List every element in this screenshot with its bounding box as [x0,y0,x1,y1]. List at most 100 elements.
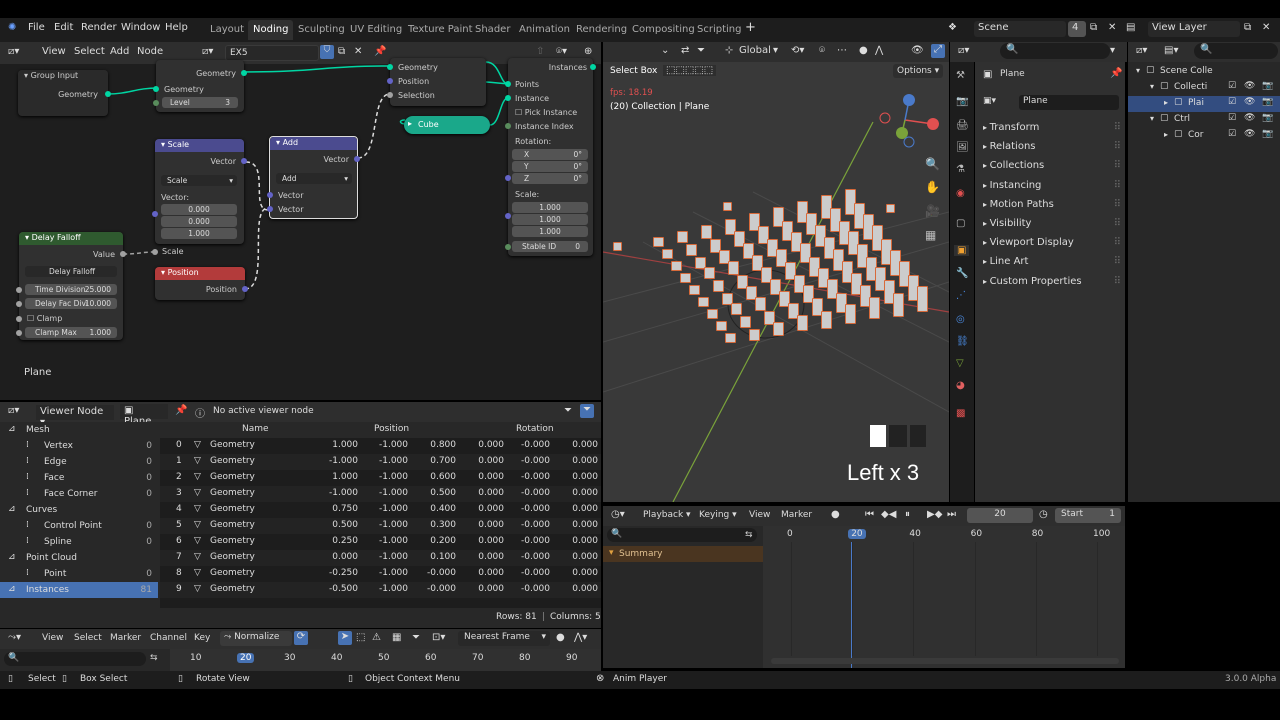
drag-handle-icon[interactable]: ⠿ [1114,160,1121,171]
col-name[interactable]: Name [242,424,269,434]
data-icon[interactable]: ▽ [956,358,964,369]
socket-instance-in[interactable] [505,95,511,101]
falloff-icon[interactable]: ⋀▾ [574,632,587,643]
socket-geometry[interactable] [387,64,393,70]
checkbox-icon[interactable]: ☑ [1228,129,1236,139]
domain-item[interactable]: ⊿ Curves [0,502,158,518]
prop-section-3[interactable]: ▸ Instancing ⠿ [983,180,1123,191]
socket-stable-id[interactable] [505,244,511,250]
checkbox-icon[interactable]: ☑ [1228,97,1236,107]
timeline-area[interactable]: 0 20 40 60 80 100 [763,526,1125,668]
socket-value-out[interactable] [120,251,126,257]
prop-section-0[interactable]: ▸ Transform ⠿ [983,122,1123,133]
swap-icon[interactable]: ⇆ [745,530,753,540]
socket-rotation-in[interactable] [505,175,511,181]
pin-icon[interactable]: 📌 [175,405,187,416]
col-rotation[interactable]: Rotation [516,424,554,434]
delay-fac-field[interactable]: Delay Fac Divi 10.000 [25,298,117,309]
object-type-dropdown[interactable]: ▣▾ [983,96,996,106]
node-distribute[interactable]: Geometry Position Selection [387,58,486,106]
create-ghost-icon[interactable]: ▦ [392,632,401,643]
editor-type-icon[interactable]: ⧄▾ [8,405,19,416]
socket-instances-out[interactable] [590,64,596,70]
start-frame-field[interactable]: Start 1 [1055,508,1121,523]
editor-type-icon[interactable]: ◷▾ [611,509,625,520]
socket-position-out[interactable] [242,286,248,292]
drag-handle-icon[interactable]: ⠿ [1114,237,1121,248]
menu-view[interactable]: View [749,510,770,520]
grid-view-icon[interactable]: ▦ [925,228,936,242]
socket-delay-fac[interactable] [16,301,22,307]
socket-clamp[interactable] [16,316,22,322]
domain-item[interactable]: ⁞ Edge 0 [0,454,158,470]
view-layer-name[interactable]: View Layer [1148,21,1240,37]
jump-end-icon[interactable]: ⏭ [947,509,956,520]
domain-item[interactable]: ⊿ Instances 81 [0,582,158,598]
scene-user-count[interactable]: 4 [1068,21,1086,37]
zoom-icon[interactable]: 🔍 [925,157,940,171]
menu-file[interactable]: File [28,22,45,33]
outliner-item[interactable]: ▸ ▢ Cor ☑ 👁 📷 [1128,128,1280,144]
node-delay-falloff[interactable]: ▾ Delay Falloff Value Delay Falloff Time… [16,232,126,340]
add-mode-dropdown[interactable]: Add ▾ [276,173,352,184]
prev-keyframe-icon[interactable]: ◆◀ [881,509,896,520]
editor-type-icon[interactable]: ⧄▾ [1136,45,1147,56]
filter-icon[interactable]: ⏷ [564,405,572,416]
chevron-icon[interactable]: ▾ [1150,82,1154,91]
node-group-input[interactable]: ▾ Group Input Geometry [18,70,111,116]
channel-search[interactable]: 🔍 [607,528,757,542]
jump-start-icon[interactable]: ⏮ [865,509,874,520]
drag-handle-icon[interactable]: ⠿ [1114,256,1121,267]
socket-vector-in[interactable] [267,206,273,212]
chevron-icon[interactable]: ▸ [1164,130,1168,139]
menu-window[interactable]: Window [121,22,160,33]
delete-scene-icon[interactable]: ✕ [1108,22,1116,33]
domain-item[interactable]: ⁞ Face 0 [0,470,158,486]
material-icon[interactable]: ◕ [956,380,965,391]
graph-search[interactable]: 🔍 [4,652,146,666]
node-instance-on-points[interactable]: Instances Points Instance ☐ Pick Instanc… [505,58,596,256]
proportional-edit-icon[interactable]: ● [556,632,565,643]
domain-item[interactable]: ⊿ Point Cloud [0,550,158,566]
drag-handle-icon[interactable]: ⠿ [1114,199,1121,210]
modifier-icon[interactable]: 🔧 [956,268,968,279]
pivot-icon[interactable]: ⊡▾ [432,632,445,643]
prop-section-1[interactable]: ▸ Relations ⠿ [983,141,1123,152]
tab-sculpting[interactable]: Sculpting [293,20,350,40]
chevron-icon[interactable]: ▾ [1136,66,1140,75]
auto-normalize-icon[interactable]: ⟳ [294,631,308,645]
rotation-z-field[interactable]: Z 0° [512,173,588,184]
scale-vector-z[interactable]: 1.000 [161,228,237,239]
group-datablock-field[interactable]: Delay Falloff [25,266,117,277]
eye-icon[interactable]: 👁 [1244,129,1255,139]
outliner-item[interactable]: ▾ ▢ Collecti ☑ 👁 📷 [1128,80,1280,96]
camera-icon[interactable]: 📷 [1262,129,1273,139]
node-add[interactable]: ▾ Add Vector Add ▾ Vector Vector [267,136,360,219]
prop-section-7[interactable]: ▸ Line Art ⠿ [983,256,1123,267]
delete-view-layer-icon[interactable]: ✕ [1262,22,1270,33]
eye-icon[interactable]: 👁 [1244,81,1255,91]
graph-menu-key[interactable]: Key [194,633,210,643]
swap-icon[interactable]: ⇆ [150,653,158,663]
prop-section-2[interactable]: ▸ Collections ⠿ [983,160,1123,171]
current-frame-field[interactable]: 20 [967,508,1033,523]
tab-uv-editing[interactable]: UV Editing [345,20,407,40]
prop-section-4[interactable]: ▸ Motion Paths ⠿ [983,199,1123,210]
tab-scripting[interactable]: Scripting [692,20,746,40]
eye-icon[interactable]: 👁 [1244,113,1255,123]
normalize-toggle[interactable]: ⤳ Normalize [220,631,292,646]
domain-item[interactable]: ⁞ Face Corner 0 [0,486,158,502]
prop-section-6[interactable]: ▸ Viewport Display ⠿ [983,237,1123,248]
new-view-layer-icon[interactable]: ⧉ [1244,22,1251,33]
summary-channel[interactable]: ▾ Summary [603,546,763,562]
clamp-max-field[interactable]: Clamp Max 1.000 [25,327,117,338]
scale-x-field[interactable]: 1.000 [512,202,588,213]
drag-handle-icon[interactable]: ⠿ [1114,141,1121,152]
socket-level-in[interactable] [153,100,159,106]
scale-vector-x[interactable]: 0.000 [161,204,237,215]
tab-noding[interactable]: Noding [248,20,294,40]
domain-item[interactable]: ⊿ Mesh [0,422,158,438]
socket-geometry-out[interactable] [105,91,111,97]
graph-menu-channel[interactable]: Channel [150,633,187,643]
socket-instance-index[interactable] [505,123,511,129]
